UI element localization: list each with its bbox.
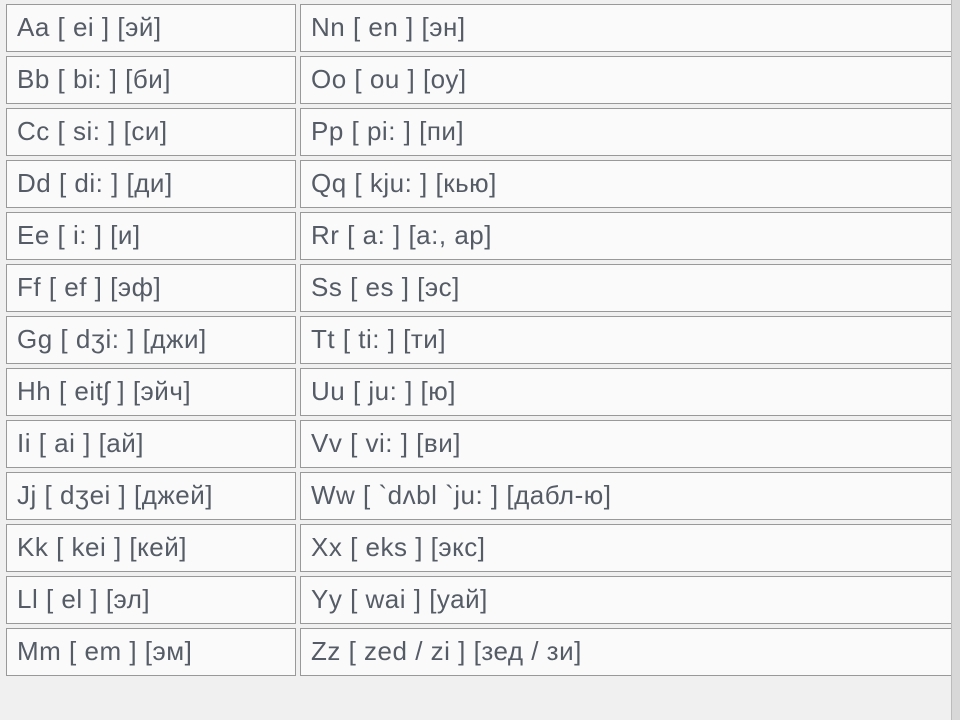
alphabet-cell: Zz [ zed / zi ] [зед / зи] <box>300 628 954 676</box>
alphabet-cell: Nn [ en ] [эн] <box>300 4 954 52</box>
right-column: Nn [ en ] [эн] Oo [ ou ] [оу] Pp [ pi: ]… <box>300 4 954 716</box>
alphabet-cell: Kk [ kei ] [кей] <box>6 524 296 572</box>
alphabet-cell: Rr [ a: ] [а:, ар] <box>300 212 954 260</box>
alphabet-cell: Qq [ kju: ] [кью] <box>300 160 954 208</box>
alphabet-cell: Dd [ di: ] [ди] <box>6 160 296 208</box>
alphabet-cell: Ww [ `dʌbl `ju: ] [дабл-ю] <box>300 472 954 520</box>
alphabet-cell: Ff [ ef ] [эф] <box>6 264 296 312</box>
alphabet-cell: Vv [ vi: ] [ви] <box>300 420 954 468</box>
alphabet-table-wrapper: Aa [ ei ] [эй] Bb [ bi: ] [би] Cc [ si: … <box>0 0 960 720</box>
alphabet-cell: Oo [ ou ] [оу] <box>300 56 954 104</box>
alphabet-cell: Gg [ dʒi: ] [джи] <box>6 316 296 364</box>
alphabet-cell: Ee [ i: ] [и] <box>6 212 296 260</box>
alphabet-cell: Mm [ em ] [эм] <box>6 628 296 676</box>
alphabet-cell: Tt [ ti: ] [ти] <box>300 316 954 364</box>
alphabet-cell: Ll [ el ] [эл] <box>6 576 296 624</box>
alphabet-cell: Ii [ ai ] [ай] <box>6 420 296 468</box>
alphabet-cell: Ss [ es ] [эс] <box>300 264 954 312</box>
alphabet-cell: Bb [ bi: ] [би] <box>6 56 296 104</box>
alphabet-cell: Hh [ eitʃ ] [эйч] <box>6 368 296 416</box>
scrollbar-edge <box>951 0 960 720</box>
alphabet-cell: Jj [ dʒei ] [джей] <box>6 472 296 520</box>
alphabet-cell: Xx [ eks ] [экс] <box>300 524 954 572</box>
alphabet-cell: Pp [ pi: ] [пи] <box>300 108 954 156</box>
left-column: Aa [ ei ] [эй] Bb [ bi: ] [би] Cc [ si: … <box>6 4 296 716</box>
alphabet-cell: Yy [ wai ] [уай] <box>300 576 954 624</box>
alphabet-cell: Cc [ si: ] [си] <box>6 108 296 156</box>
alphabet-cell: Uu [ ju: ] [ю] <box>300 368 954 416</box>
alphabet-table: Aa [ ei ] [эй] Bb [ bi: ] [би] Cc [ si: … <box>0 0 960 720</box>
alphabet-cell: Aa [ ei ] [эй] <box>6 4 296 52</box>
